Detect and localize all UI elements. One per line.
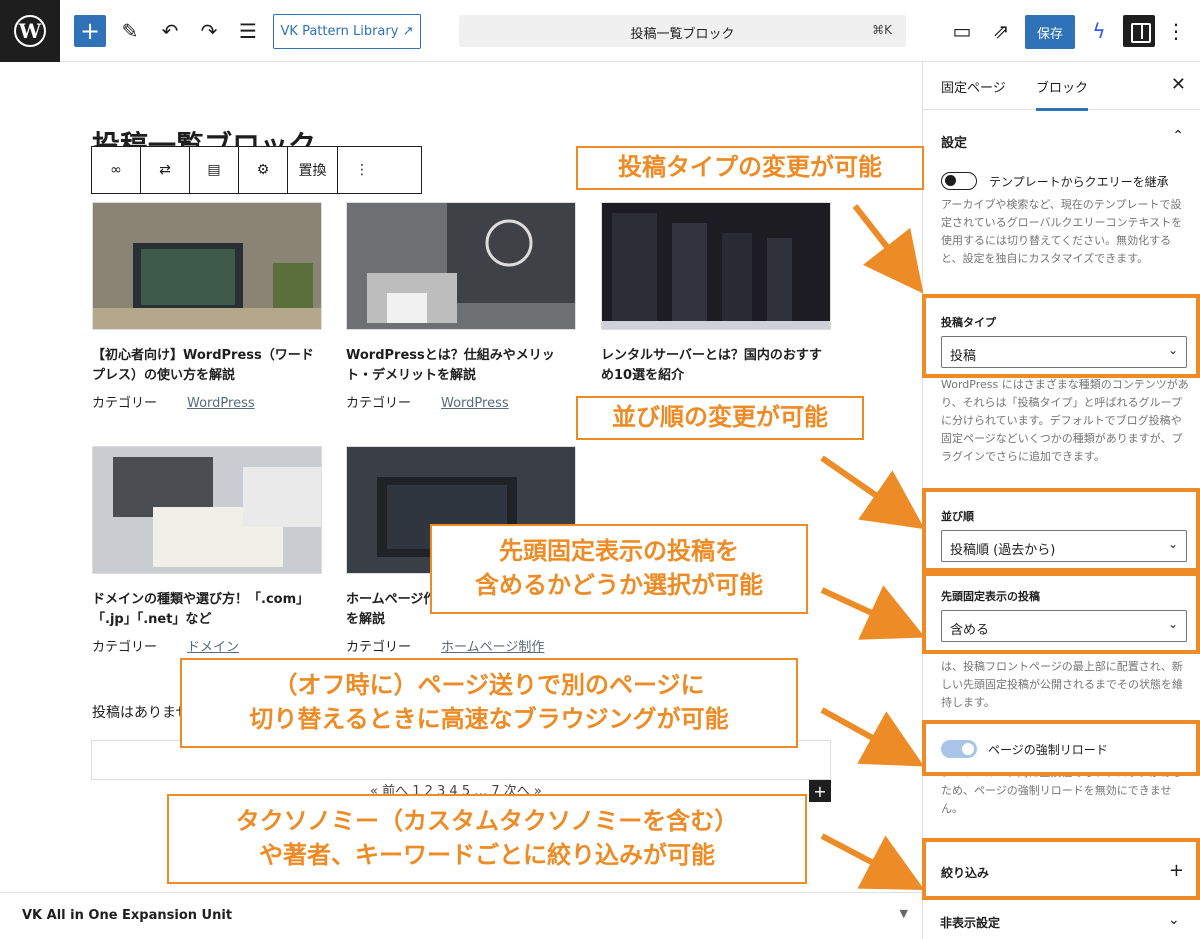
chevron-up-icon[interactable]: ⌃	[1172, 128, 1184, 144]
callout-filter-line2: や著者、キーワードごとに絞り込みが可能	[259, 841, 715, 869]
post-title[interactable]: 【初心者向け】WordPress（ワードプレス）の使い方を解説	[92, 346, 322, 386]
category-label: カテゴリー	[92, 640, 158, 655]
shuffle-icon[interactable]: ⇄	[141, 147, 190, 193]
chevron-down-icon: ⌄	[1167, 617, 1178, 631]
force-reload-toggle[interactable]	[941, 740, 977, 758]
category-label: カテゴリー	[346, 640, 412, 655]
order-value: 投稿順 (過去から)	[950, 543, 1056, 558]
callout-post-type: 投稿タイプの変更が可能	[576, 146, 924, 190]
post-title[interactable]: レンタルサーバーとは？国内のおすすめ10選を紹介	[601, 346, 831, 386]
category-link[interactable]: ドメイン	[187, 640, 239, 655]
post-title[interactable]: WordPressとは？仕組みやメリット・デメリットを解説	[346, 346, 576, 386]
chevron-down-icon: ⌄	[1167, 343, 1178, 357]
chevron-down-icon: ⌄	[1167, 537, 1178, 551]
post-meta: カテゴリー WordPress	[346, 392, 576, 411]
post-thumbnail[interactable]	[92, 446, 322, 574]
undo-icon[interactable]: ↶	[154, 15, 186, 47]
settings-sidebar-toggle[interactable]	[1123, 15, 1155, 47]
more-options-icon[interactable]: ⋮	[1160, 15, 1192, 47]
plus-icon[interactable]: +	[1169, 860, 1184, 881]
post-item[interactable]: ドメインの種類や選び方！「.com」「.jp」「.net」など カテゴリー ドメイ…	[92, 446, 322, 655]
external-view-icon[interactable]: ⇗	[985, 15, 1017, 47]
chevron-down-icon[interactable]: ⌄	[1168, 912, 1180, 928]
block-toolbar: ∞ ⇄ ▤ ⚙ 置換 ⋮	[91, 146, 422, 194]
post-item[interactable]: WordPressとは？仕組みやメリット・デメリットを解説 カテゴリー WordP…	[346, 202, 576, 411]
category-link[interactable]: WordPress	[441, 396, 509, 411]
post-item[interactable]: 【初心者向け】WordPress（ワードプレス）の使い方を解説 カテゴリー Wor…	[92, 202, 322, 411]
sticky-value: 含める	[950, 623, 990, 638]
post-type-control: 投稿タイプ 投稿 ⌄	[922, 294, 1200, 378]
order-control: 並び順 投稿順 (過去から) ⌄	[922, 488, 1200, 572]
command-palette[interactable]: 投稿一覧ブロック ⌘K	[459, 15, 906, 47]
filter-label: 絞り込み	[941, 866, 990, 880]
post-type-help: WordPress にはさまざまな種類のコンテンツがあり、それらは「投稿タイプ」…	[941, 378, 1189, 463]
sticky-label: 先頭固定表示の投稿	[941, 590, 1040, 603]
top-toolbar: W + ✎ ↶ ↷ ☰ VK Pattern Library ↗ 投稿一覧ブロッ…	[0, 0, 1200, 62]
post-meta: カテゴリー ホームページ制作	[346, 636, 576, 655]
wordpress-logo-icon[interactable]: W	[0, 0, 60, 62]
force-reload-label: ページの強制リロード	[988, 743, 1108, 757]
callout-post-type-text: 投稿タイプの変更が可能	[618, 153, 882, 182]
redo-icon[interactable]: ↷	[193, 15, 225, 47]
callout-filter: タクソノミー（カスタムタクソノミーを含む） や著者、キーワードごとに絞り込みが可能	[167, 794, 807, 884]
inherit-query-help: アーカイブや検索など、現在のテンプレートで設定されているグローバルクエリーコンテ…	[941, 198, 1183, 265]
link-icon[interactable]: ∞	[92, 147, 141, 193]
sticky-control: 先頭固定表示の投稿 含める ⌄	[922, 572, 1200, 654]
hidden-settings-label[interactable]: 非表示設定	[940, 914, 1000, 931]
callout-reload-line1: （オフ時に）ページ送りで別のページに	[273, 671, 705, 700]
post-thumbnail[interactable]	[601, 202, 831, 330]
order-select[interactable]: 投稿順 (過去から) ⌄	[941, 530, 1187, 562]
save-button[interactable]: 保存	[1025, 15, 1075, 49]
tab-page[interactable]: 固定ページ	[941, 77, 1006, 96]
callout-reload-line2: 切り替えるときに高速なブラウジングが可能	[249, 705, 729, 733]
post-type-value: 投稿	[950, 349, 977, 364]
close-icon[interactable]: ✕	[1171, 74, 1186, 95]
filter-control[interactable]: 絞り込み +	[922, 838, 1200, 900]
post-meta: カテゴリー ドメイン	[92, 636, 322, 655]
command-title: 投稿一覧ブロック	[630, 27, 735, 42]
meta-panel-title: VK All in One Expansion Unit	[22, 908, 233, 923]
command-shortcut: ⌘K	[872, 23, 892, 37]
vk-pattern-library-button[interactable]: VK Pattern Library ↗	[273, 14, 421, 49]
post-type-select[interactable]: 投稿 ⌄	[941, 336, 1187, 368]
post-meta: カテゴリー WordPress	[92, 392, 322, 411]
lightning-icon[interactable]: ϟ	[1083, 15, 1115, 47]
sticky-select[interactable]: 含める ⌄	[941, 610, 1187, 642]
settings-heading[interactable]: 設定	[941, 132, 967, 151]
callout-sticky: 先頭固定表示の投稿を 含めるかどうか選択が可能	[430, 524, 808, 614]
add-block-inline-button[interactable]: +	[809, 780, 831, 802]
callout-order-text: 並び順の変更が可能	[612, 403, 828, 432]
post-title[interactable]: ドメインの種類や選び方！「.com」「.jp」「.net」など	[92, 590, 322, 630]
post-type-label: 投稿タイプ	[941, 316, 996, 329]
post-thumbnail[interactable]	[92, 202, 322, 330]
block-options-icon[interactable]: ⋮	[338, 147, 386, 193]
tab-block[interactable]: ブロック	[1036, 77, 1089, 111]
settings-icon[interactable]: ⚙	[239, 147, 288, 193]
replace-button[interactable]: 置換	[288, 147, 338, 193]
category-link[interactable]: WordPress	[187, 396, 255, 411]
add-block-button[interactable]: +	[74, 15, 106, 47]
inherit-query-toggle[interactable]	[941, 172, 977, 190]
post-thumbnail[interactable]	[346, 202, 576, 330]
inherit-query-label: テンプレートからクエリーを継承	[989, 175, 1169, 189]
category-label: カテゴリー	[346, 396, 412, 411]
sidebar-tabs: 固定ページ ブロック ✕	[923, 62, 1200, 111]
category-label: カテゴリー	[92, 396, 158, 411]
caret-down-icon[interactable]: ▼	[900, 907, 908, 920]
desktop-preview-icon[interactable]: ▭	[946, 15, 978, 47]
list-view-icon[interactable]: ☰	[232, 15, 264, 47]
reload-control: ページの強制リロード	[922, 720, 1200, 776]
callout-reload: （オフ時に）ページ送りで別のページに 切り替えるときに高速なブラウジングが可能	[180, 658, 798, 748]
callout-sticky-line2: 含めるかどうか選択が可能	[475, 571, 763, 599]
callout-order: 並び順の変更が可能	[576, 396, 864, 440]
category-link[interactable]: ホームページ制作	[441, 640, 544, 655]
callout-sticky-line1: 先頭固定表示の投稿を	[499, 537, 739, 566]
meta-panel[interactable]: VK All in One Expansion Unit ▼	[0, 892, 922, 939]
pencil-icon[interactable]: ✎	[114, 15, 146, 47]
post-item[interactable]: レンタルサーバーとは？国内のおすすめ10選を紹介	[601, 202, 831, 386]
callout-filter-line1: タクソノミー（カスタムタクソノミーを含む）	[235, 807, 739, 836]
order-label: 並び順	[941, 510, 974, 523]
align-icon[interactable]: ▤	[190, 147, 239, 193]
